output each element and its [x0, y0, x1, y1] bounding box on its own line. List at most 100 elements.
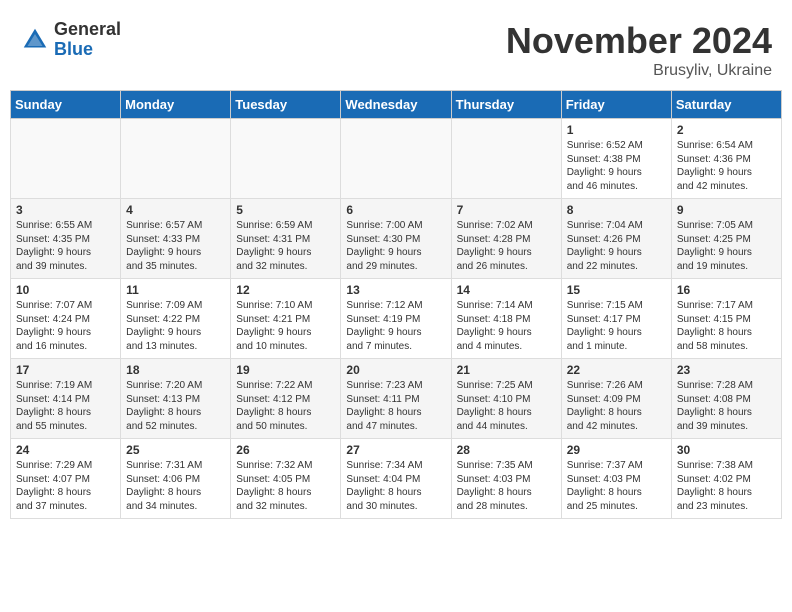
- calendar-week-row: 10 Sunrise: 7:07 AM Sunset: 4:24 PM Dayli…: [11, 279, 782, 359]
- day-info: Sunrise: 7:29 AM Sunset: 4:07 PM Dayligh…: [16, 459, 115, 513]
- calendar-cell: 14 Sunrise: 7:14 AM Sunset: 4:18 PM Dayli…: [451, 279, 561, 359]
- day-info: Sunrise: 7:15 AM Sunset: 4:17 PM Dayligh…: [567, 299, 666, 353]
- calendar-cell: 9Sunrise: 7:05 AM Sunset: 4:25 PM Daylig…: [671, 199, 781, 279]
- day-number: 2: [677, 123, 776, 137]
- calendar-cell: 6 Sunrise: 7:00 AM Sunset: 4:30 PM Daylig…: [341, 199, 451, 279]
- day-info: Sunrise: 7:26 AM Sunset: 4:09 PM Dayligh…: [567, 379, 666, 433]
- day-info: Sunrise: 7:35 AM Sunset: 4:03 PM Dayligh…: [457, 459, 556, 513]
- calendar-cell: 29 Sunrise: 7:37 AM Sunset: 4:03 PM Dayli…: [561, 439, 671, 519]
- calendar-table: SundayMondayTuesdayWednesdayThursdayFrid…: [10, 90, 782, 519]
- day-info: Sunrise: 7:20 AM Sunset: 4:13 PM Dayligh…: [126, 379, 225, 433]
- day-info: Sunrise: 7:00 AM Sunset: 4:30 PM Dayligh…: [346, 219, 445, 273]
- day-number: 13: [346, 283, 445, 297]
- calendar-cell: 13 Sunrise: 7:12 AM Sunset: 4:19 PM Dayli…: [341, 279, 451, 359]
- calendar-cell: [231, 119, 341, 199]
- day-info: Sunrise: 6:59 AM Sunset: 4:31 PM Dayligh…: [236, 219, 335, 273]
- day-info: Sunrise: 7:19 AM Sunset: 4:14 PM Dayligh…: [16, 379, 115, 433]
- calendar-cell: 23 Sunrise: 7:28 AM Sunset: 4:08 PM Dayli…: [671, 359, 781, 439]
- day-number: 1: [567, 123, 666, 137]
- day-number: 26: [236, 443, 335, 457]
- day-info: Sunrise: 7:25 AM Sunset: 4:10 PM Dayligh…: [457, 379, 556, 433]
- day-number: 11: [126, 283, 225, 297]
- day-number: 29: [567, 443, 666, 457]
- calendar-cell: 11Sunrise: 7:09 AM Sunset: 4:22 PM Dayli…: [121, 279, 231, 359]
- day-number: 3: [16, 203, 115, 217]
- weekday-header-row: SundayMondayTuesdayWednesdayThursdayFrid…: [11, 91, 782, 119]
- day-info: Sunrise: 7:32 AM Sunset: 4:05 PM Dayligh…: [236, 459, 335, 513]
- day-number: 17: [16, 363, 115, 377]
- day-number: 14: [457, 283, 556, 297]
- day-info: Sunrise: 7:10 AM Sunset: 4:21 PM Dayligh…: [236, 299, 335, 353]
- calendar-cell: 10 Sunrise: 7:07 AM Sunset: 4:24 PM Dayli…: [11, 279, 121, 359]
- day-info: Sunrise: 7:05 AM Sunset: 4:25 PM Dayligh…: [677, 219, 776, 273]
- day-number: 6: [346, 203, 445, 217]
- calendar-cell: 8 Sunrise: 7:04 AM Sunset: 4:26 PM Daylig…: [561, 199, 671, 279]
- day-number: 4: [126, 203, 225, 217]
- day-number: 24: [16, 443, 115, 457]
- weekday-header-friday: Friday: [561, 91, 671, 119]
- calendar-cell: 5 Sunrise: 6:59 AM Sunset: 4:31 PM Daylig…: [231, 199, 341, 279]
- calendar-cell: 15 Sunrise: 7:15 AM Sunset: 4:17 PM Dayli…: [561, 279, 671, 359]
- day-number: 27: [346, 443, 445, 457]
- location: Brusyliv, Ukraine: [506, 62, 772, 80]
- calendar-cell: 19Sunrise: 7:22 AM Sunset: 4:12 PM Dayli…: [231, 359, 341, 439]
- day-number: 21: [457, 363, 556, 377]
- day-info: Sunrise: 6:52 AM Sunset: 4:38 PM Dayligh…: [567, 139, 666, 193]
- day-number: 22: [567, 363, 666, 377]
- day-number: 15: [567, 283, 666, 297]
- page-header: General Blue November 2024 Brusyliv, Ukr…: [10, 10, 782, 85]
- day-number: 10: [16, 283, 115, 297]
- day-number: 16: [677, 283, 776, 297]
- weekday-header-saturday: Saturday: [671, 91, 781, 119]
- weekday-header-thursday: Thursday: [451, 91, 561, 119]
- logo-text: General Blue: [54, 20, 121, 60]
- calendar-week-row: 17 Sunrise: 7:19 AM Sunset: 4:14 PM Dayli…: [11, 359, 782, 439]
- day-number: 5: [236, 203, 335, 217]
- day-info: Sunrise: 7:31 AM Sunset: 4:06 PM Dayligh…: [126, 459, 225, 513]
- logo: General Blue: [20, 20, 121, 60]
- logo-blue: Blue: [54, 40, 121, 60]
- day-info: Sunrise: 6:54 AM Sunset: 4:36 PM Dayligh…: [677, 139, 776, 193]
- day-number: 18: [126, 363, 225, 377]
- calendar-cell: 25Sunrise: 7:31 AM Sunset: 4:06 PM Dayli…: [121, 439, 231, 519]
- day-info: Sunrise: 7:37 AM Sunset: 4:03 PM Dayligh…: [567, 459, 666, 513]
- calendar-week-row: 1 Sunrise: 6:52 AM Sunset: 4:38 PM Daylig…: [11, 119, 782, 199]
- day-number: 23: [677, 363, 776, 377]
- calendar-cell: [11, 119, 121, 199]
- day-info: Sunrise: 7:02 AM Sunset: 4:28 PM Dayligh…: [457, 219, 556, 273]
- day-number: 28: [457, 443, 556, 457]
- calendar-cell: [451, 119, 561, 199]
- day-info: Sunrise: 7:14 AM Sunset: 4:18 PM Dayligh…: [457, 299, 556, 353]
- day-number: 8: [567, 203, 666, 217]
- calendar-cell: 22 Sunrise: 7:26 AM Sunset: 4:09 PM Dayli…: [561, 359, 671, 439]
- day-info: Sunrise: 6:57 AM Sunset: 4:33 PM Dayligh…: [126, 219, 225, 273]
- day-info: Sunrise: 6:55 AM Sunset: 4:35 PM Dayligh…: [16, 219, 115, 273]
- weekday-header-wednesday: Wednesday: [341, 91, 451, 119]
- day-info: Sunrise: 7:07 AM Sunset: 4:24 PM Dayligh…: [16, 299, 115, 353]
- logo-icon: [20, 25, 50, 55]
- calendar-cell: 20Sunrise: 7:23 AM Sunset: 4:11 PM Dayli…: [341, 359, 451, 439]
- day-info: Sunrise: 7:34 AM Sunset: 4:04 PM Dayligh…: [346, 459, 445, 513]
- logo-general: General: [54, 20, 121, 40]
- calendar-cell: 30 Sunrise: 7:38 AM Sunset: 4:02 PM Dayli…: [671, 439, 781, 519]
- day-number: 7: [457, 203, 556, 217]
- day-info: Sunrise: 7:38 AM Sunset: 4:02 PM Dayligh…: [677, 459, 776, 513]
- calendar-cell: 3 Sunrise: 6:55 AM Sunset: 4:35 PM Daylig…: [11, 199, 121, 279]
- weekday-header-tuesday: Tuesday: [231, 91, 341, 119]
- day-info: Sunrise: 7:28 AM Sunset: 4:08 PM Dayligh…: [677, 379, 776, 433]
- day-number: 30: [677, 443, 776, 457]
- calendar-cell: 27 Sunrise: 7:34 AM Sunset: 4:04 PM Dayli…: [341, 439, 451, 519]
- calendar-cell: 1 Sunrise: 6:52 AM Sunset: 4:38 PM Daylig…: [561, 119, 671, 199]
- calendar-cell: 21 Sunrise: 7:25 AM Sunset: 4:10 PM Dayli…: [451, 359, 561, 439]
- day-info: Sunrise: 7:17 AM Sunset: 4:15 PM Dayligh…: [677, 299, 776, 353]
- day-info: Sunrise: 7:12 AM Sunset: 4:19 PM Dayligh…: [346, 299, 445, 353]
- calendar-cell: [121, 119, 231, 199]
- calendar-cell: 28 Sunrise: 7:35 AM Sunset: 4:03 PM Dayli…: [451, 439, 561, 519]
- day-number: 12: [236, 283, 335, 297]
- day-info: Sunrise: 7:04 AM Sunset: 4:26 PM Dayligh…: [567, 219, 666, 273]
- calendar-cell: [341, 119, 451, 199]
- day-info: Sunrise: 7:23 AM Sunset: 4:11 PM Dayligh…: [346, 379, 445, 433]
- calendar-cell: 7 Sunrise: 7:02 AM Sunset: 4:28 PM Daylig…: [451, 199, 561, 279]
- weekday-header-sunday: Sunday: [11, 91, 121, 119]
- calendar-cell: 16 Sunrise: 7:17 AM Sunset: 4:15 PM Dayli…: [671, 279, 781, 359]
